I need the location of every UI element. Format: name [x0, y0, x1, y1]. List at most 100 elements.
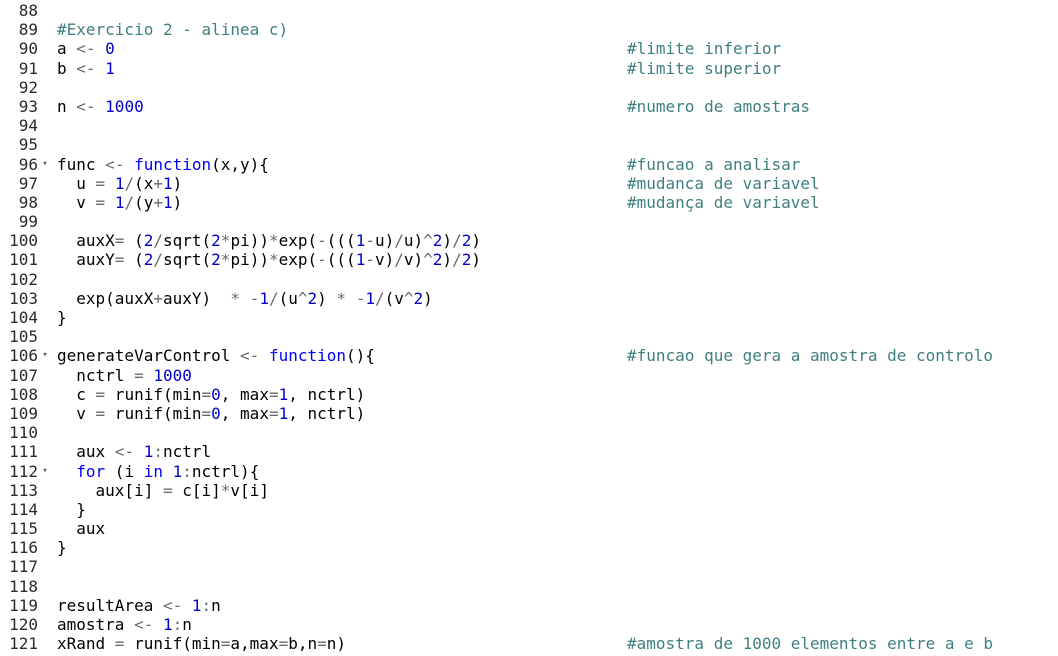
code-text: #Exercicio 2 - alinea c) — [57, 20, 288, 39]
code-token: 1 — [355, 231, 366, 251]
code-line[interactable]: 105 — [0, 327, 1058, 346]
code-token: = — [114, 634, 125, 654]
code-line[interactable]: 104} — [0, 308, 1058, 327]
code-token: ) — [317, 288, 337, 308]
code-token: a,max — [230, 634, 279, 654]
code-token: #Exercicio 2 - alinea c) — [57, 20, 289, 40]
fold-triangle-icon[interactable]: ▾ — [40, 346, 50, 365]
code-token: <- — [162, 595, 183, 615]
line-number: 110 — [9, 423, 38, 443]
line-number: 89 — [18, 20, 38, 40]
code-token: auxX — [57, 231, 115, 251]
code-text: c = runif(min=0, max=1, nctrl) — [57, 385, 365, 404]
code-line[interactable]: 94 — [0, 116, 1058, 135]
code-line[interactable]: 111 aux <- 1:nctrl — [0, 442, 1058, 461]
fold-triangle-icon[interactable]: ▾ — [40, 155, 50, 174]
code-token: / — [153, 231, 163, 251]
code-editor[interactable]: 88 89 #Exercicio 2 - alinea c) 90 a <- 0 #lim… — [0, 0, 1058, 656]
code-text: func <- function(x,y){ — [57, 155, 269, 174]
code-token: ) — [471, 231, 481, 251]
code-line[interactable]: 95 — [0, 135, 1058, 154]
code-line[interactable]: 103 exp(auxX+auxY) * -1/(u^2) * -1/(v^2) — [0, 289, 1058, 308]
line-number: 102 — [9, 269, 38, 289]
code-token: amostra — [57, 615, 135, 634]
code-text: } — [57, 538, 67, 557]
code-text: xRand = runif(min=a,max=b,n=n) — [57, 634, 346, 653]
code-line[interactable]: 100 auxX= (2/sqrt(2*pi))*exp(-(((1-u)/u)… — [0, 231, 1058, 250]
code-line[interactable]: 108 c = runif(min=0, max=1, nctrl) — [0, 385, 1058, 404]
code-text: generateVarControl <- function(){ — [57, 346, 375, 365]
code-token: = — [114, 231, 125, 251]
code-token: n — [211, 595, 221, 615]
code-line[interactable]: 106 ▾ generateVarControl <- function(){#fu… — [0, 346, 1058, 365]
code-line[interactable]: 121 xRand = runif(min=a,max=b,n=n) #amostr… — [0, 634, 1058, 653]
code-line[interactable]: 88 — [0, 1, 1058, 20]
code-line[interactable]: 120 amostra <- 1:n — [0, 615, 1058, 634]
code-text: for (i in 1:nctrl){ — [57, 462, 259, 481]
line-number: 107 — [9, 365, 38, 385]
code-line[interactable]: 98 v = 1/(y+1) #mudança de variavel — [0, 193, 1058, 212]
code-line[interactable]: 112 ▾ for (i in 1:nctrl){ — [0, 462, 1058, 481]
code-token: = — [201, 403, 212, 423]
code-token: = — [114, 250, 125, 270]
code-token: 0 — [211, 384, 221, 404]
code-token: v — [57, 192, 96, 212]
code-token: v) — [403, 250, 424, 270]
code-token: 2 — [432, 250, 443, 270]
code-token: 1 — [143, 442, 154, 462]
code-line[interactable]: 114 } — [0, 500, 1058, 519]
code-token: / — [124, 173, 135, 193]
line-number: 114 — [9, 499, 38, 519]
code-token: xRand — [57, 634, 115, 654]
code-line[interactable]: 117 — [0, 557, 1058, 576]
code-line[interactable]: 92 — [0, 78, 1058, 97]
code-token: <- — [76, 39, 96, 59]
line-number: 105 — [9, 327, 38, 347]
code-token: , nctrl) — [288, 403, 366, 423]
line-number: 116 — [9, 538, 38, 558]
code-line[interactable]: 97 u = 1/(x+1) #mudanca de variavel — [0, 174, 1058, 193]
code-line[interactable]: 116} — [0, 538, 1058, 557]
code-token: for — [76, 461, 106, 481]
line-number: 98 — [18, 192, 38, 212]
code-line[interactable]: 107 nctrl = 1000 — [0, 366, 1058, 385]
code-line[interactable]: 93 n <- 1000 #numero de amostras — [0, 97, 1058, 116]
code-token: <- — [134, 615, 154, 634]
code-line[interactable]: 115 aux — [0, 519, 1058, 538]
code-token: = — [95, 173, 106, 193]
code-text: b <- 1 — [57, 59, 115, 78]
code-token: b,n — [288, 634, 318, 654]
code-line[interactable]: 91 b <- 1 #limite superior — [0, 59, 1058, 78]
code-line[interactable]: 99 — [0, 212, 1058, 231]
code-line[interactable]: 113 aux[i] = c[i]*v[i] — [0, 481, 1058, 500]
code-text: aux[i] = c[i]*v[i] — [57, 481, 269, 500]
code-line[interactable]: 110 — [0, 423, 1058, 442]
code-line[interactable]: 118 — [0, 577, 1058, 596]
code-line[interactable]: 102 — [0, 270, 1058, 289]
code-line[interactable]: 109 v = runif(min=0, max=1, nctrl) — [0, 404, 1058, 423]
code-token: sqrt( — [162, 231, 212, 251]
line-number: 117 — [9, 557, 38, 577]
code-token: = — [95, 192, 106, 212]
code-line[interactable]: 96 ▾ func <- function(x,y){#funcao a anali… — [0, 155, 1058, 174]
code-line[interactable]: 101 auxY= (2/sqrt(2*pi))*exp(-(((1-v)/v)… — [0, 250, 1058, 269]
code-line[interactable]: 119 resultArea <- 1:n — [0, 596, 1058, 615]
line-number: 104 — [9, 308, 38, 327]
code-token: a — [57, 39, 77, 59]
code-line[interactable]: 89 #Exercicio 2 - alinea c) — [0, 20, 1058, 39]
code-token: (){ — [346, 346, 375, 366]
code-token: in — [143, 461, 163, 481]
code-token: * — [220, 231, 231, 251]
code-line[interactable]: 90 a <- 0 #limite inferior — [0, 39, 1058, 58]
code-token: (v — [384, 288, 404, 308]
fold-triangle-icon[interactable]: ▾ — [40, 462, 50, 481]
code-token: sqrt( — [162, 250, 212, 270]
code-token: = — [268, 403, 279, 423]
code-token: 2 — [307, 288, 318, 308]
code-token: = — [220, 634, 231, 654]
